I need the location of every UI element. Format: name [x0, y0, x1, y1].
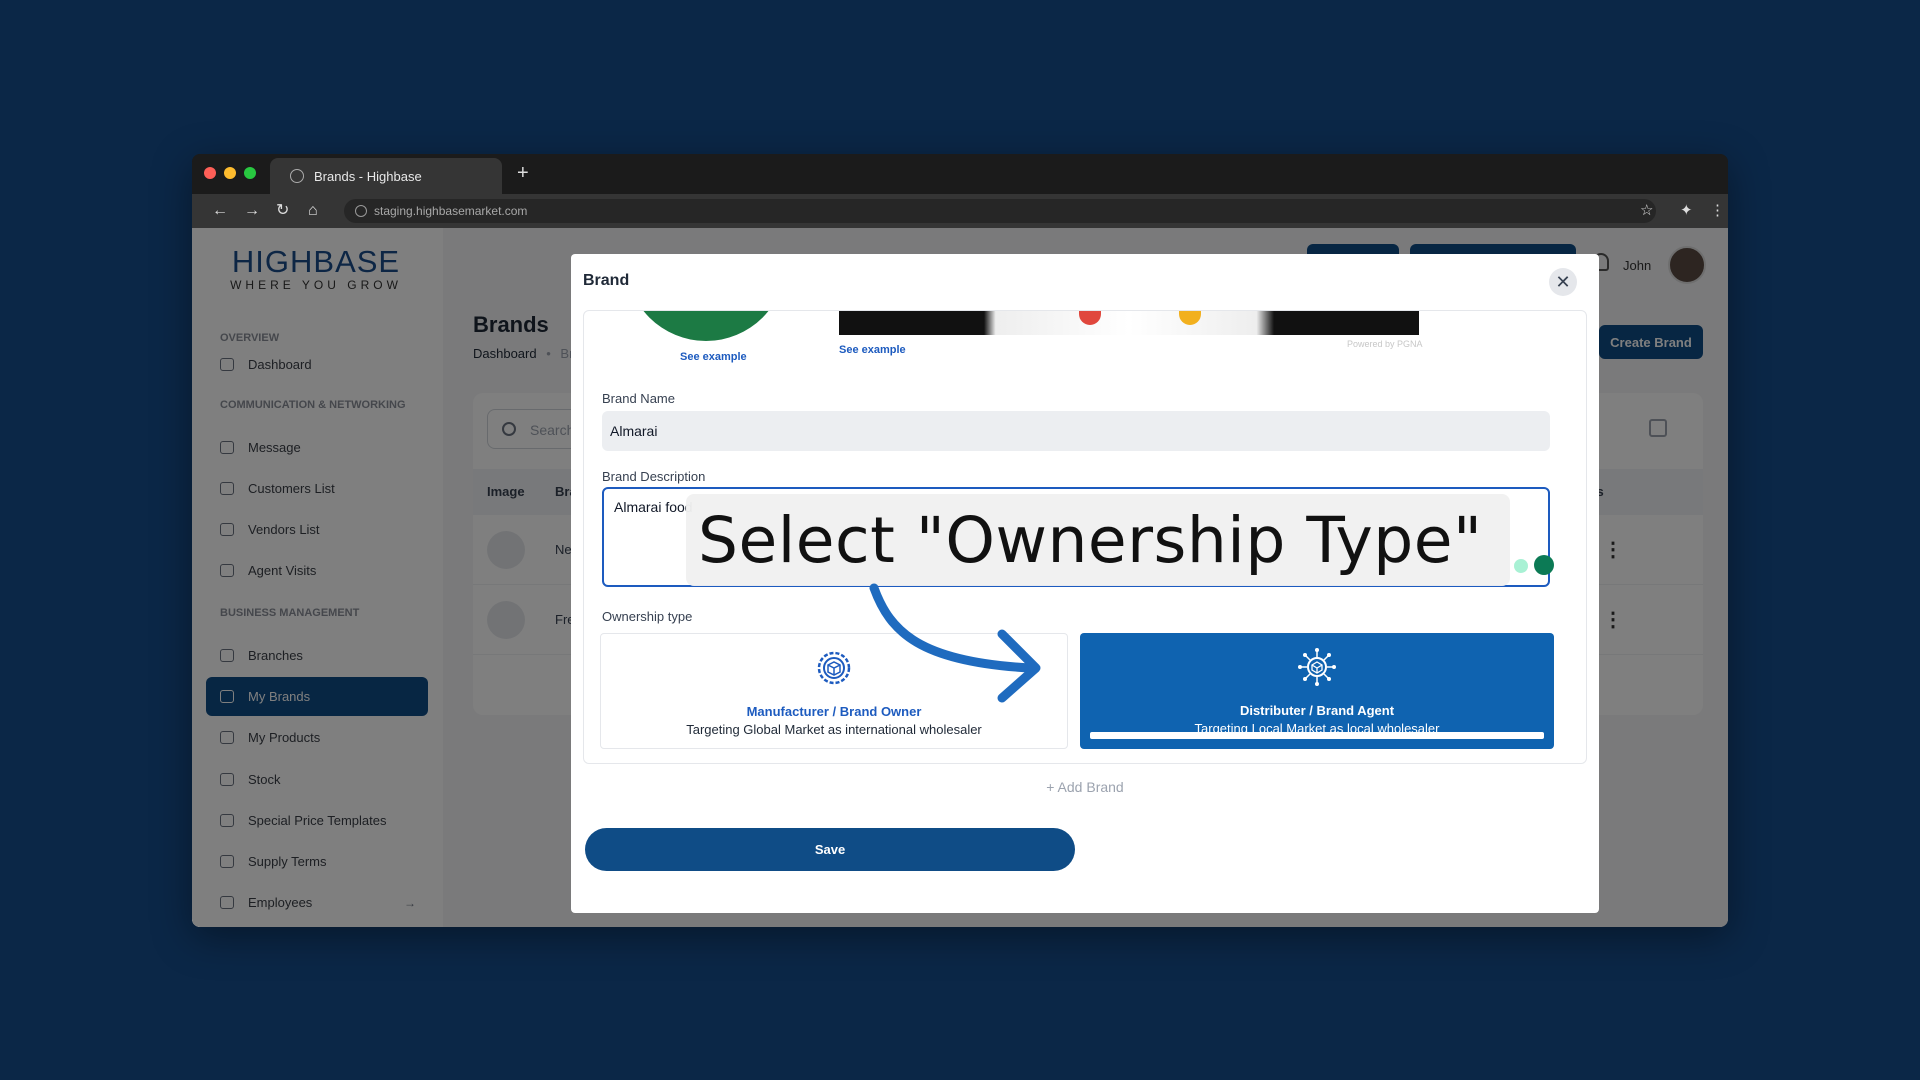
modal-title: Brand: [583, 272, 630, 289]
home-icon[interactable]: ⌂: [308, 201, 318, 221]
globe-icon: [290, 169, 304, 183]
callout-text: Select "Ownership Type": [698, 504, 1483, 577]
add-brand-link[interactable]: + Add Brand: [571, 779, 1599, 795]
option-subtitle: Targeting Global Market as international…: [686, 722, 982, 737]
powered-by-text: Powered by PGNA: [1347, 339, 1423, 349]
close-window-button[interactable]: [204, 167, 216, 179]
ownership-option-distributer[interactable]: Distributer / Brand Agent Targeting Loca…: [1080, 633, 1554, 749]
brand-description-label: Brand Description: [602, 469, 706, 484]
address-bar: ← → ↻ ⌂ staging.highbasemarket.com ☆ ✦ ⋮: [192, 194, 1728, 228]
bookmark-star-icon[interactable]: ☆: [1640, 201, 1653, 219]
new-tab-button[interactable]: +: [517, 162, 529, 185]
banner-decoration: [1079, 311, 1101, 325]
banner-preview: [839, 311, 1419, 335]
instruction-callout: Select "Ownership Type": [686, 494, 1510, 586]
site-info-icon[interactable]: [355, 205, 367, 217]
back-icon[interactable]: ←: [212, 201, 228, 221]
browser-menu-icon[interactable]: ⋮: [1710, 201, 1725, 219]
factory-gear-icon: [817, 651, 851, 685]
see-example-link[interactable]: See example: [680, 351, 747, 363]
close-icon[interactable]: ✕: [1549, 268, 1577, 296]
url-field[interactable]: staging.highbasemarket.com: [344, 199, 1656, 223]
save-button[interactable]: Save: [585, 828, 1075, 871]
option-title: Distributer / Brand Agent: [1239, 703, 1395, 718]
tab-title: Brands - Highbase: [314, 168, 422, 184]
see-example-link[interactable]: See example: [839, 344, 906, 356]
grammar-assistant-icon[interactable]: [1534, 555, 1554, 575]
maximize-window-button[interactable]: [244, 167, 256, 179]
extensions-icon[interactable]: ✦: [1680, 201, 1693, 219]
banner-decoration: [1179, 311, 1201, 325]
suggestion-icon[interactable]: [1514, 559, 1528, 573]
reload-icon[interactable]: ↻: [276, 201, 289, 221]
network-box-icon: [1298, 648, 1336, 686]
logo-preview: [626, 311, 786, 341]
selection-indicator: [1090, 732, 1544, 739]
forward-icon[interactable]: →: [244, 201, 260, 221]
ownership-type-label: Ownership type: [602, 609, 693, 624]
minimize-window-button[interactable]: [224, 167, 236, 179]
brand-name-label: Brand Name: [602, 391, 675, 406]
url-text: staging.highbasemarket.com: [374, 204, 528, 218]
brand-name-field[interactable]: Almarai: [602, 411, 1550, 451]
pointer-arrow-icon: [869, 583, 1041, 703]
browser-tab[interactable]: Brands - Highbase: [270, 158, 502, 194]
brand-description-text: Almarai food: [614, 499, 693, 515]
tab-bar: Brands - Highbase +: [192, 154, 1728, 194]
